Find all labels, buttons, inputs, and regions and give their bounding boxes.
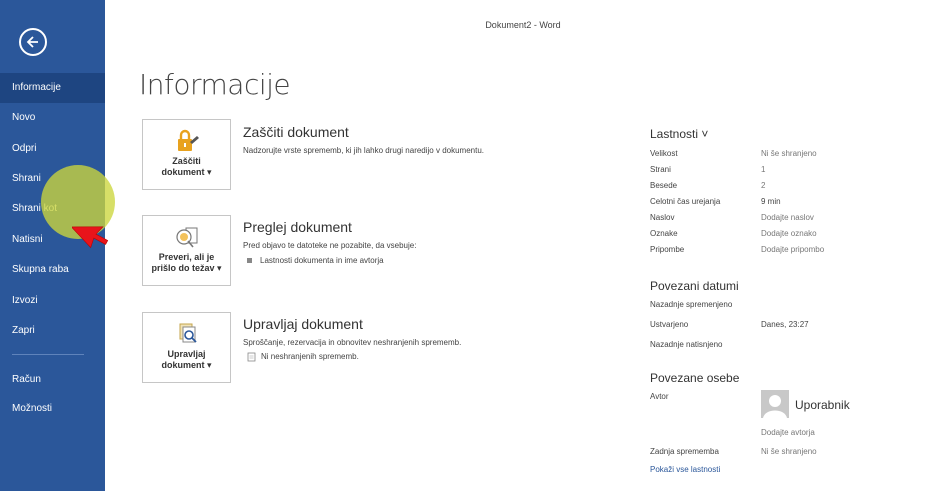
- manage-button-label-line1: Upravljaj: [167, 349, 206, 359]
- manage-button-label-line2: dokument ▾: [161, 360, 212, 370]
- bullet-icon: [247, 258, 252, 264]
- sidebar-item-izvozi[interactable]: Izvozi: [0, 286, 105, 316]
- related-dates-header: Povezani datumi: [650, 279, 739, 293]
- inspect-button-label-line2: prišlo do težav ▾: [151, 263, 222, 273]
- date-label-created: Ustvarjeno: [650, 320, 689, 329]
- person-icon: [763, 395, 787, 418]
- protect-section-desc: Nadzorujte vrste sprememb, ki jih lahko …: [243, 146, 485, 155]
- inspect-section-title: Preglej dokument: [243, 219, 352, 235]
- page-title: Informacije: [139, 68, 291, 101]
- sidebar-divider: [12, 354, 84, 355]
- last-modified-by-value: Ni še shranjeno: [761, 447, 817, 456]
- prop-value-comments[interactable]: Dodajte pripombo: [761, 245, 824, 254]
- check-for-issues-button[interactable]: Preveri, ali je prišlo do težav ▾: [142, 215, 231, 286]
- author-name[interactable]: Uporabnik: [795, 398, 850, 412]
- properties-dropdown[interactable]: Lastnosti ˅: [650, 127, 708, 141]
- back-button[interactable]: [19, 28, 47, 56]
- sidebar-item-moznosti[interactable]: Možnosti: [0, 394, 105, 424]
- show-all-properties-link[interactable]: Pokaži vse lastnosti: [650, 465, 720, 474]
- window-title: Dokument2 - Word: [485, 20, 561, 30]
- prop-value-pages: 1: [761, 165, 766, 174]
- related-people-header: Povezane osebe: [650, 371, 740, 385]
- manage-section-title: Upravljaj dokument: [243, 316, 363, 332]
- prop-label-pages: Strani: [650, 165, 671, 174]
- manage-bullet-text: Ni neshranjenih sprememb.: [261, 352, 359, 362]
- document-small-icon: [247, 352, 256, 362]
- author-label: Avtor: [650, 392, 669, 401]
- back-arrow-icon: [26, 36, 38, 48]
- mouse-cursor-icon: [72, 226, 109, 249]
- prop-label-comments: Pripombe: [650, 245, 685, 254]
- date-label-last-printed: Nazadnje natisnjeno: [650, 340, 723, 349]
- prop-value-size: Ni še shranjeno: [761, 149, 817, 158]
- sidebar-item-novo[interactable]: Novo: [0, 103, 105, 133]
- prop-label-tags: Oznake: [650, 229, 678, 238]
- prop-value-tags[interactable]: Dodajte oznako: [761, 229, 817, 238]
- sidebar-item-skupna-raba[interactable]: Skupna raba: [0, 255, 105, 285]
- add-author-link[interactable]: Dodajte avtorja: [761, 428, 815, 437]
- lock-icon: [177, 129, 199, 151]
- date-value-created: Danes, 23:27: [761, 320, 809, 329]
- prop-label-editing-time: Celotni čas urejanja: [650, 197, 721, 206]
- prop-value-editing-time: 9 min: [761, 197, 781, 206]
- sidebar-item-racun[interactable]: Račun: [0, 365, 105, 395]
- protect-document-button[interactable]: Zaščiti dokument ▾: [142, 119, 231, 190]
- manage-bullet: Ni neshranjenih sprememb.: [247, 352, 359, 362]
- inspect-section-desc: Pred objavo te datoteke ne pozabite, da …: [243, 241, 417, 250]
- manage-document-button[interactable]: Upravljaj dokument ▾: [142, 312, 231, 383]
- last-modified-by-label: Zadnja sprememba: [650, 447, 719, 456]
- prop-label-size: Velikost: [650, 149, 678, 158]
- sidebar-item-odpri[interactable]: Odpri: [0, 134, 105, 164]
- inspect-button-label-line1: Preveri, ali je: [158, 252, 215, 262]
- manage-document-icon: [179, 323, 197, 343]
- prop-label-words: Besede: [650, 181, 678, 190]
- inspect-bullet-text: Lastnosti dokumenta in ime avtorja: [260, 256, 384, 265]
- protect-button-label-line2: dokument ▾: [161, 167, 212, 177]
- inspect-bullet: Lastnosti dokumenta in ime avtorja: [247, 256, 384, 265]
- protect-button-label-line1: Zaščiti: [172, 156, 201, 166]
- avatar[interactable]: [761, 390, 789, 418]
- prop-label-title: Naslov: [650, 213, 675, 222]
- date-label-last-modified: Nazadnje spremenjeno: [650, 300, 733, 309]
- inspect-icon: [175, 227, 197, 248]
- sidebar-item-informacije[interactable]: Informacije: [0, 73, 105, 103]
- sidebar-item-zapri[interactable]: Zapri: [0, 316, 105, 346]
- prop-value-words: 2: [761, 181, 766, 190]
- manage-section-desc: Sproščanje, rezervacija in obnovitev nes…: [243, 338, 462, 347]
- protect-section-title: Zaščiti dokument: [243, 124, 349, 140]
- prop-value-title[interactable]: Dodajte naslov: [761, 213, 814, 222]
